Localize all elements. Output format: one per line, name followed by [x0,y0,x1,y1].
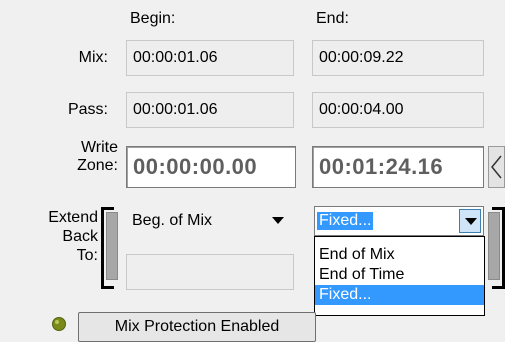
write-zone-end-timecode[interactable]: 00:01:24.16 [312,146,484,188]
mix-begin-field[interactable]: 00:00:01.06 [126,40,294,76]
extend-back-label-line2: Back [62,228,98,245]
write-zone-label-line1: Write [80,139,118,156]
write-zone-begin-timecode[interactable]: 00:00:00.00 [126,146,296,188]
extend-back-label-line1: Extend [48,209,98,226]
dropdown-option-end-of-time[interactable]: End of Time [315,265,484,285]
mix-label: Mix: [78,49,108,66]
mix-begin-value: 00:00:01.06 [133,49,218,66]
dropdown-option-fixed[interactable]: Fixed... [315,285,484,305]
pass-begin-field[interactable]: 00:00:01.06 [126,92,294,128]
mix-protection-button[interactable]: Mix Protection Enabled [78,312,316,342]
chevron-left-icon [491,155,502,179]
pass-begin-value: 00:00:01.06 [133,101,218,118]
extend-end-select-value: Fixed... [317,212,374,230]
extend-left-bar[interactable] [106,212,118,280]
extend-begin-select-value: Beg. of Mix [132,212,213,229]
extend-back-label-line3: To: [76,247,98,264]
extend-begin-select[interactable]: Beg. of Mix [126,204,296,238]
pass-end-field[interactable]: 00:00:04.00 [312,92,484,128]
extend-right-bracket [492,207,505,289]
write-zone-label: Write Zone: [40,139,118,175]
mix-end-field[interactable]: 00:00:09.22 [312,40,484,76]
mix-protection-label: Mix Protection Enabled [114,318,280,335]
extend-begin-fixed-field[interactable] [126,254,294,290]
end-header: End: [316,10,349,27]
extend-back-label: Extend Back To: [30,208,98,265]
pass-end-value: 00:00:04.00 [319,101,404,118]
status-dot-icon [52,317,66,331]
write-zone-end-value: 00:01:24.16 [319,154,444,179]
extend-end-select[interactable]: Fixed... [314,206,484,236]
dropdown-option-end-of-mix[interactable]: End of Mix [315,245,484,265]
extend-end-dropdown-list: End of Mix End of Time Fixed... [314,236,485,316]
write-zone-label-line2: Zone: [77,157,118,174]
write-zone-begin-value: 00:00:00.00 [133,154,258,179]
pass-label: Pass: [67,101,108,118]
begin-header: Begin: [130,10,176,27]
mix-end-value: 00:00:09.22 [319,49,404,66]
nudge-left-button[interactable] [488,146,505,188]
chevron-down-icon [465,218,477,225]
chevron-down-icon [272,217,284,224]
extend-end-dropdown-button[interactable] [459,209,481,233]
